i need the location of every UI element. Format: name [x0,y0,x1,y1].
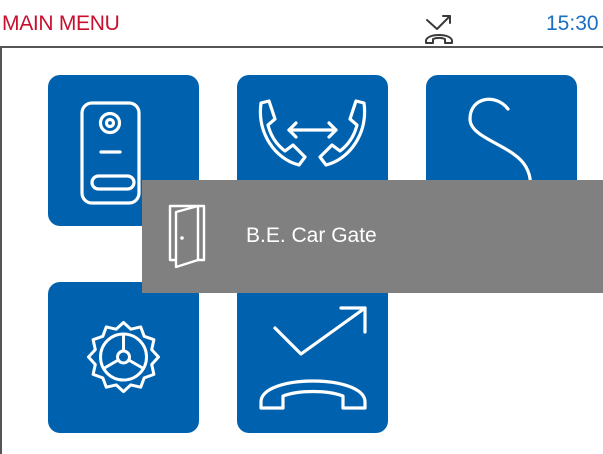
clock-time: 15:30 [546,12,599,35]
left-border [0,47,2,454]
menu-title: MAIN MENU [2,12,120,35]
missed-calls-tile[interactable] [237,282,388,433]
door-icon [168,204,206,269]
header-divider [0,46,603,48]
missed-call-icon [425,15,453,44]
missed-calls-icon [259,306,367,410]
settings-tile[interactable] [48,282,199,433]
settings-gear-icon [87,321,160,394]
main-menu-screen: MAIN MENU 15:30 B.E. Car Gate [0,0,603,454]
status-bar: MAIN MENU 15:30 [0,0,603,46]
gate-popup[interactable]: B.E. Car Gate [142,180,603,293]
popup-label: B.E. Car Gate [246,224,377,247]
